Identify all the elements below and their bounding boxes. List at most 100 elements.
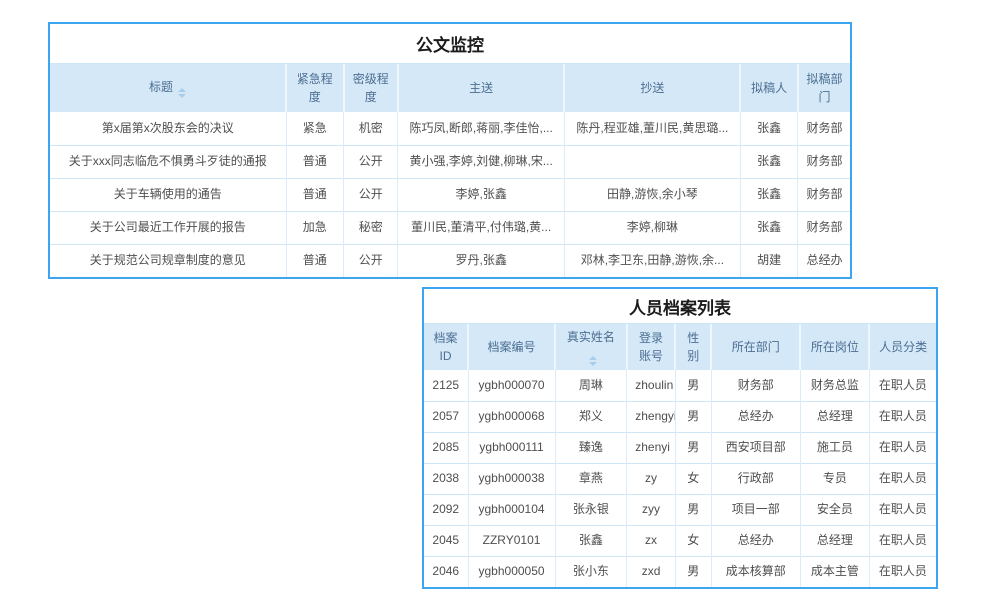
- person-dept-cell: 西安项目部: [711, 432, 800, 463]
- doc-dept-cell: 财务部: [798, 211, 850, 244]
- person-archive-id-cell: 2046: [424, 556, 468, 587]
- person-col-header-post: 所在岗位: [800, 324, 869, 370]
- person-col-header-dept: 所在部门: [711, 324, 800, 370]
- doc-urgency-cell: 普通: [286, 145, 344, 178]
- personnel-table: 档案ID 档案编号 真实姓名 登录账号 性别 所在部门 所在岗位 人员分类 21…: [424, 324, 936, 587]
- person-name-link[interactable]: 周琳: [555, 370, 627, 401]
- person-category-cell: 在职人员: [869, 401, 936, 432]
- person-archive-code-cell: ygbh000070: [468, 370, 555, 401]
- person-category-cell: 在职人员: [869, 494, 936, 525]
- person-account-cell: zxd: [627, 556, 676, 587]
- doc-dept-cell: 财务部: [798, 178, 850, 211]
- doc-title-link[interactable]: 关于车辆使用的通告: [50, 178, 286, 211]
- doc-table-row: 关于xxx同志临危不惧勇斗歹徒的通报 普通 公开 黄小强,李婷,刘健,柳琳,宋.…: [50, 145, 850, 178]
- person-post-cell: 专员: [800, 463, 869, 494]
- doc-header-row: 标题 紧急程度 密级程度 主送 抄送 拟稿人 拟稿部门: [50, 64, 850, 112]
- personnel-table-row: 2046 ygbh000050 张小东 zxd 男 成本核算部 成本主管 在职人…: [424, 556, 936, 587]
- person-archive-id-cell: 2092: [424, 494, 468, 525]
- doc-secrecy-cell: 机密: [344, 112, 398, 145]
- person-category-cell: 在职人员: [869, 370, 936, 401]
- personnel-table-row: 2045 ZZRY0101 张鑫 zx 女 总经办 总经理 在职人员: [424, 525, 936, 556]
- doc-title-link[interactable]: 关于规范公司规章制度的意见: [50, 244, 286, 277]
- personnel-table-row: 2092 ygbh000104 张永银 zyy 男 项目一部 安全员 在职人员: [424, 494, 936, 525]
- doc-drafter-cell: 张鑫: [740, 145, 798, 178]
- doc-title-link[interactable]: 关于xxx同志临危不惧勇斗歹徒的通报: [50, 145, 286, 178]
- doc-urgency-cell: 加急: [286, 211, 344, 244]
- doc-cc-cell: [564, 145, 740, 178]
- doc-table-row: 关于车辆使用的通告 普通 公开 李婷,张鑫 田静,游恢,余小琴 张鑫 财务部: [50, 178, 850, 211]
- person-category-cell: 在职人员: [869, 525, 936, 556]
- person-col-header-archive-id: 档案ID: [424, 324, 468, 370]
- doc-col-header-drafter: 拟稿人: [740, 64, 798, 112]
- person-gender-cell: 男: [675, 494, 711, 525]
- doc-panel-title: 公文监控: [50, 24, 850, 64]
- doc-cc-cell: 陈丹,程亚雄,董川民,黄思璐...: [564, 112, 740, 145]
- person-archive-code-cell: ygbh000104: [468, 494, 555, 525]
- document-monitor-panel: 公文监控 标题 紧急程度 密级程度 主送 抄送 拟稿人 拟稿部门: [48, 22, 852, 279]
- person-account-cell: zhoulin: [627, 370, 676, 401]
- person-name-link[interactable]: 郑义: [555, 401, 627, 432]
- person-archive-id-cell: 2085: [424, 432, 468, 463]
- sort-icon[interactable]: [589, 356, 597, 366]
- doc-table: 标题 紧急程度 密级程度 主送 抄送 拟稿人 拟稿部门 第x届第x次股东会的决议…: [50, 64, 850, 277]
- person-col-header-gender: 性别: [675, 324, 711, 370]
- doc-table-row: 第x届第x次股东会的决议 紧急 机密 陈巧凤,断郎,蒋丽,李佳怡,... 陈丹,…: [50, 112, 850, 145]
- doc-title-link[interactable]: 第x届第x次股东会的决议: [50, 112, 286, 145]
- doc-drafter-cell: 胡建: [740, 244, 798, 277]
- doc-drafter-cell: 张鑫: [740, 211, 798, 244]
- person-gender-cell: 男: [675, 370, 711, 401]
- person-category-cell: 在职人员: [869, 556, 936, 587]
- doc-urgency-cell: 普通: [286, 178, 344, 211]
- doc-col-header-dept: 拟稿部门: [798, 64, 850, 112]
- person-category-cell: 在职人员: [869, 432, 936, 463]
- person-gender-cell: 男: [675, 556, 711, 587]
- person-post-cell: 安全员: [800, 494, 869, 525]
- page: 公文监控 标题 紧急程度 密级程度 主送 抄送 拟稿人 拟稿部门: [0, 0, 1000, 600]
- doc-col-header-secrecy: 密级程度: [344, 64, 398, 112]
- person-name-link[interactable]: 臻逸: [555, 432, 627, 463]
- person-col-header-real-name[interactable]: 真实姓名: [555, 324, 627, 370]
- sort-icon[interactable]: [178, 88, 186, 98]
- personnel-table-row: 2057 ygbh000068 郑义 zhengyi 男 总经办 总经理 在职人…: [424, 401, 936, 432]
- doc-title-link[interactable]: 关于公司最近工作开展的报告: [50, 211, 286, 244]
- person-name-link[interactable]: 张小东: [555, 556, 627, 587]
- doc-secrecy-cell: 秘密: [344, 211, 398, 244]
- doc-col-header-urgency: 紧急程度: [286, 64, 344, 112]
- person-account-cell: zyy: [627, 494, 676, 525]
- personnel-archive-panel: 人员档案列表 档案ID 档案编号 真实姓名 登录账号 性别 所在部门 所在岗位 …: [422, 287, 938, 589]
- doc-dept-cell: 总经办: [798, 244, 850, 277]
- person-name-link[interactable]: 张永银: [555, 494, 627, 525]
- person-post-cell: 财务总监: [800, 370, 869, 401]
- doc-col-header-title[interactable]: 标题: [50, 64, 286, 112]
- person-archive-code-cell: ygbh000111: [468, 432, 555, 463]
- person-gender-cell: 男: [675, 432, 711, 463]
- person-archive-code-cell: ZZRY0101: [468, 525, 555, 556]
- person-dept-cell: 项目一部: [711, 494, 800, 525]
- person-dept-cell: 行政部: [711, 463, 800, 494]
- doc-cc-cell: 田静,游恢,余小琴: [564, 178, 740, 211]
- personnel-panel-title: 人员档案列表: [424, 289, 936, 324]
- person-gender-cell: 女: [675, 463, 711, 494]
- person-post-cell: 施工员: [800, 432, 869, 463]
- person-account-cell: zy: [627, 463, 676, 494]
- personnel-table-row: 2125 ygbh000070 周琳 zhoulin 男 财务部 财务总监 在职…: [424, 370, 936, 401]
- doc-urgency-cell: 普通: [286, 244, 344, 277]
- person-name-link[interactable]: 章燕: [555, 463, 627, 494]
- doc-urgency-cell: 紧急: [286, 112, 344, 145]
- person-account-cell: zhenyi: [627, 432, 676, 463]
- doc-table-row: 关于规范公司规章制度的意见 普通 公开 罗丹,张鑫 邓林,李卫东,田静,游恢,余…: [50, 244, 850, 277]
- doc-col-header-to: 主送: [398, 64, 564, 112]
- doc-secrecy-cell: 公开: [344, 145, 398, 178]
- personnel-header-row: 档案ID 档案编号 真实姓名 登录账号 性别 所在部门 所在岗位 人员分类: [424, 324, 936, 370]
- person-gender-cell: 女: [675, 525, 711, 556]
- person-post-cell: 总经理: [800, 401, 869, 432]
- doc-col-header-cc: 抄送: [564, 64, 740, 112]
- doc-cc-cell: 李婷,柳琳: [564, 211, 740, 244]
- doc-secrecy-cell: 公开: [344, 178, 398, 211]
- person-col-header-category: 人员分类: [869, 324, 936, 370]
- person-name-link[interactable]: 张鑫: [555, 525, 627, 556]
- person-account-cell: zx: [627, 525, 676, 556]
- doc-to-cell: 罗丹,张鑫: [398, 244, 564, 277]
- doc-to-cell: 陈巧凤,断郎,蒋丽,李佳怡,...: [398, 112, 564, 145]
- doc-to-cell: 黄小强,李婷,刘健,柳琳,宋...: [398, 145, 564, 178]
